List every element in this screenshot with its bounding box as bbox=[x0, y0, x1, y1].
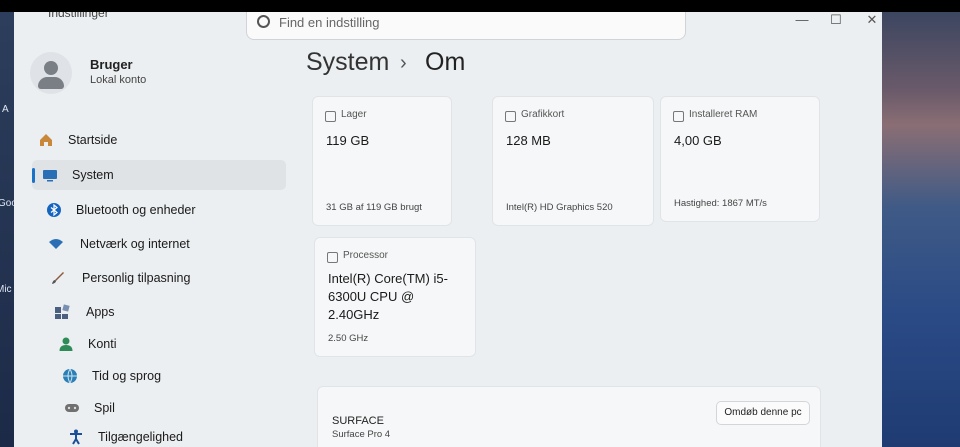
graphics-card-icon bbox=[505, 111, 516, 122]
card-title: Grafikkort bbox=[521, 109, 565, 120]
sidebar-item-label: Konti bbox=[88, 337, 117, 351]
device-card: SURFACE Surface Pro 4 Omdøb denne pc bbox=[317, 386, 821, 447]
sidebar-item-label: Tid og sprog bbox=[92, 369, 162, 383]
device-model: Surface Pro 4 bbox=[332, 429, 391, 440]
search-placeholder: Find en indstilling bbox=[279, 15, 380, 30]
sidebar-item-label: Bluetooth og enheder bbox=[76, 203, 196, 217]
desktop-left-edge: A Goo Mic bbox=[0, 12, 17, 447]
sidebar-item-bluetooth[interactable]: Bluetooth og enheder bbox=[32, 195, 286, 225]
card-title: Processor bbox=[343, 250, 389, 261]
storage-card[interactable]: Lager 119 GB 31 GB af 119 GB brugt bbox=[312, 96, 452, 226]
sidebar-item-personalization[interactable]: Personlig tilpasning bbox=[32, 263, 286, 293]
sidebar-item-accessibility[interactable]: Tilgængelighed bbox=[32, 422, 286, 447]
desktop-label-a: A bbox=[2, 104, 9, 115]
card-title: Installeret RAM bbox=[689, 109, 758, 120]
sidebar-item-label: Personlig tilpasning bbox=[82, 271, 191, 285]
sidebar-item-label: Startside bbox=[68, 133, 118, 147]
bluetooth-icon bbox=[47, 203, 61, 217]
sidebar-item-label: Spil bbox=[94, 401, 115, 415]
card-subtext: Intel(R) HD Graphics 520 bbox=[506, 202, 613, 213]
home-icon bbox=[40, 134, 52, 146]
maximize-button[interactable]: ☐ bbox=[826, 12, 846, 28]
sidebar-item-time-language[interactable]: Tid og sprog bbox=[32, 361, 286, 391]
minimize-button[interactable]: — bbox=[792, 12, 812, 27]
ram-icon bbox=[673, 111, 684, 122]
desktop-label-mic: Mic bbox=[0, 284, 12, 295]
desktop-wallpaper bbox=[880, 12, 960, 447]
sidebar-item-network[interactable]: Netværk og internet bbox=[32, 229, 286, 259]
window-title: Indstillinger bbox=[48, 12, 109, 20]
sidebar-item-startside[interactable]: Startside bbox=[32, 125, 286, 155]
monitor-icon bbox=[43, 170, 57, 182]
card-subtext: 2.50 GHz bbox=[328, 333, 369, 344]
graphics-card[interactable]: Grafikkort 128 MB Intel(R) HD Graphics 5… bbox=[492, 96, 654, 226]
top-black-bar bbox=[0, 0, 960, 12]
accessibility-icon bbox=[70, 429, 82, 445]
sidebar-item-label: Netværk og internet bbox=[80, 237, 190, 251]
card-value: 4,00 GB bbox=[674, 133, 722, 148]
breadcrumb-parent[interactable]: System bbox=[306, 48, 389, 77]
sidebar-item-accounts[interactable]: Konti bbox=[32, 329, 286, 359]
sidebar-item-label: System bbox=[72, 168, 114, 182]
search-box[interactable]: Find en indstilling bbox=[246, 12, 686, 40]
processor-card[interactable]: Processor Intel(R) Core(TM) i5-6300U CPU… bbox=[314, 237, 476, 357]
search-icon bbox=[257, 15, 270, 28]
ram-card[interactable]: Installeret RAM 4,00 GB Hastighed: 1867 … bbox=[660, 96, 820, 222]
user-name: Bruger bbox=[90, 57, 133, 72]
card-subtext: 31 GB af 119 GB brugt bbox=[326, 202, 422, 213]
user-account-type: Lokal konto bbox=[90, 74, 147, 86]
brush-icon bbox=[52, 272, 64, 284]
avatar-body-icon bbox=[38, 77, 64, 89]
card-title: Lager bbox=[341, 109, 367, 120]
storage-icon bbox=[325, 111, 336, 122]
sidebar-item-gaming[interactable]: Spil bbox=[32, 393, 286, 423]
avatar[interactable] bbox=[30, 52, 72, 94]
person-icon bbox=[59, 337, 73, 351]
sidebar-item-label: Tilgængelighed bbox=[98, 430, 184, 444]
breadcrumb-separator: › bbox=[400, 52, 407, 74]
card-value: 128 MB bbox=[506, 133, 551, 148]
gamepad-icon bbox=[65, 404, 79, 412]
processor-icon bbox=[327, 252, 338, 263]
sidebar-item-label: Apps bbox=[86, 305, 115, 319]
apps-icon bbox=[55, 304, 70, 319]
globe-icon bbox=[63, 368, 77, 384]
active-indicator bbox=[32, 168, 35, 183]
page-title: Om bbox=[425, 48, 466, 76]
avatar-head-icon bbox=[44, 61, 58, 75]
sidebar-item-system[interactable]: System bbox=[32, 160, 286, 190]
card-value: 119 GB bbox=[326, 133, 370, 148]
sidebar-item-apps[interactable]: Apps bbox=[32, 297, 286, 327]
card-value: Intel(R) Core(TM) i5-6300U CPU @ 2.40GHz bbox=[328, 271, 448, 322]
rename-pc-button[interactable]: Omdøb denne pc bbox=[716, 401, 810, 425]
settings-window: Indstillinger Find en indstilling — ☐ ✕ … bbox=[14, 12, 882, 447]
card-subtext: Hastighed: 1867 MT/s bbox=[674, 198, 767, 209]
close-button[interactable]: ✕ bbox=[862, 12, 882, 28]
wifi-icon bbox=[49, 239, 63, 249]
device-name: SURFACE bbox=[332, 415, 384, 427]
